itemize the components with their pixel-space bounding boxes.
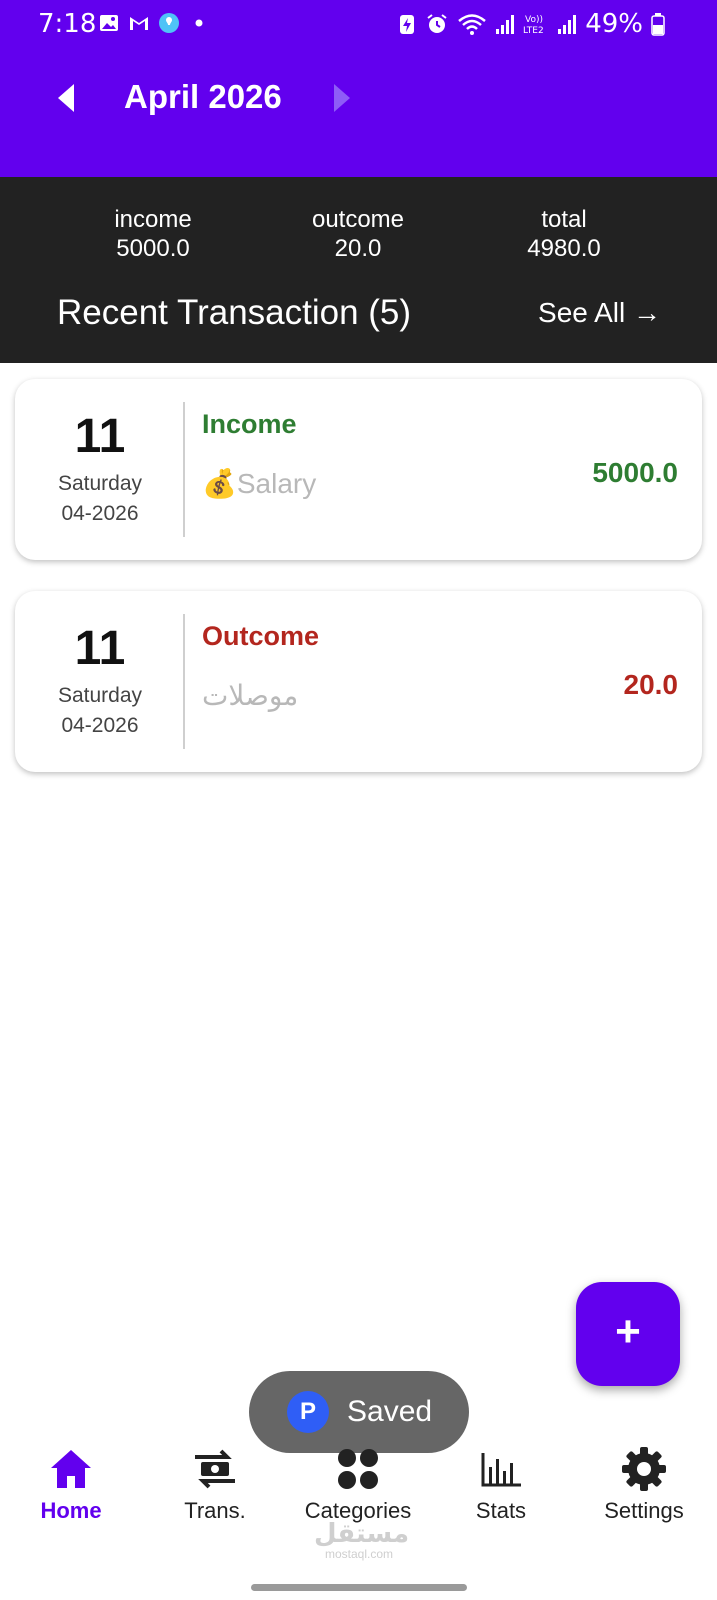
nav-item-categories[interactable]: Categories bbox=[288, 1430, 428, 1524]
transaction-amount: 20.0 bbox=[623, 669, 679, 700]
income-value: 5000.0 bbox=[116, 235, 190, 262]
arrow-left-icon[interactable] bbox=[52, 80, 82, 116]
month-header: April 2026 bbox=[0, 50, 717, 177]
app-logo-icon: P bbox=[287, 1391, 329, 1433]
nav-label-stats: Stats bbox=[475, 1498, 527, 1523]
card-divider bbox=[183, 402, 185, 537]
date-weekday: Saturday bbox=[57, 684, 143, 707]
transaction-amount: 5000.0 bbox=[592, 457, 678, 488]
stats-icon bbox=[481, 1453, 521, 1487]
signal-icon bbox=[496, 15, 515, 34]
status-bar: 7:18 Vo)) LTE2 49% bbox=[0, 0, 717, 50]
nav-item-stats[interactable]: Stats bbox=[431, 1430, 571, 1524]
categories-icon bbox=[338, 1449, 378, 1489]
nav-label-transactions: Trans. bbox=[184, 1498, 246, 1523]
battery-icon bbox=[651, 13, 665, 36]
transaction-date: 11 Saturday 04-2026 bbox=[15, 379, 185, 560]
income-summary: income 5000.0 bbox=[63, 205, 243, 263]
transaction-card[interactable]: 11 Saturday 04-2026 Outcome موصلات 20.0 bbox=[15, 591, 702, 772]
date-day: 11 bbox=[74, 410, 126, 463]
status-time: 7:18 bbox=[38, 9, 97, 39]
nav-label-home: Home bbox=[40, 1498, 102, 1523]
outcome-value: 20.0 bbox=[334, 235, 382, 262]
transaction-category: موصلات bbox=[202, 680, 299, 711]
nav-item-settings[interactable]: Settings bbox=[574, 1430, 714, 1524]
total-value: 4980.0 bbox=[527, 235, 601, 262]
battery-saver-icon bbox=[400, 15, 415, 34]
transaction-type: Income bbox=[202, 409, 297, 439]
arrow-right-icon[interactable] bbox=[326, 80, 356, 116]
watermark-arabic: مستقل bbox=[314, 1518, 410, 1548]
watermark: مستقل mostaql.com bbox=[314, 1518, 410, 1561]
gesture-bar[interactable] bbox=[251, 1584, 467, 1591]
signal-icon bbox=[558, 15, 577, 34]
svg-text:Vo)): Vo)) bbox=[525, 15, 543, 25]
recent-transactions-title: Recent Transaction (5) bbox=[57, 293, 412, 332]
alarm-icon bbox=[427, 14, 447, 33]
gear-icon bbox=[622, 1447, 666, 1491]
battery-percent: 49% bbox=[585, 9, 643, 39]
status-system-icons: Vo)) LTE2 49% bbox=[397, 9, 665, 39]
transfer-icon bbox=[195, 1449, 235, 1489]
wifi-icon bbox=[458, 14, 487, 35]
card-divider bbox=[183, 614, 185, 749]
bulb-app-icon bbox=[159, 13, 179, 33]
transaction-date: 11 Saturday 04-2026 bbox=[15, 591, 185, 772]
transaction-type: Outcome bbox=[202, 621, 320, 651]
date-day: 11 bbox=[74, 622, 126, 675]
total-label: total bbox=[541, 206, 587, 233]
add-transaction-button[interactable]: + bbox=[576, 1282, 680, 1386]
nav-item-home[interactable]: Home bbox=[1, 1430, 141, 1524]
date-month-year: 04-2026 bbox=[61, 502, 139, 525]
see-all-link[interactable]: See All → bbox=[538, 297, 661, 329]
month-title: April 2026 bbox=[124, 78, 282, 115]
gmail-icon bbox=[130, 17, 148, 30]
transaction-card[interactable]: 11 Saturday 04-2026 Income 💰Salary 5000.… bbox=[15, 379, 702, 560]
nav-label-settings: Settings bbox=[604, 1498, 684, 1523]
status-notification-icons bbox=[98, 12, 210, 34]
svg-text:LTE2: LTE2 bbox=[523, 26, 544, 36]
outcome-label: outcome bbox=[311, 206, 405, 233]
outcome-summary: outcome 20.0 bbox=[268, 205, 448, 263]
nav-item-transactions[interactable]: Trans. bbox=[145, 1430, 285, 1524]
toast-text: Saved bbox=[347, 1395, 433, 1428]
transaction-category: 💰Salary bbox=[202, 468, 317, 499]
date-weekday: Saturday bbox=[57, 472, 143, 495]
summary-panel: income 5000.0 outcome 20.0 total 4980.0 … bbox=[0, 177, 717, 363]
volte-icon: Vo))LTE2 bbox=[523, 15, 544, 36]
dot-icon bbox=[195, 19, 203, 27]
gallery-icon bbox=[100, 15, 118, 31]
home-icon bbox=[51, 1450, 91, 1488]
income-label: income bbox=[114, 206, 192, 233]
total-summary: total 4980.0 bbox=[474, 205, 654, 263]
watermark-latin: mostaql.com bbox=[324, 1547, 394, 1561]
date-month-year: 04-2026 bbox=[61, 714, 139, 737]
